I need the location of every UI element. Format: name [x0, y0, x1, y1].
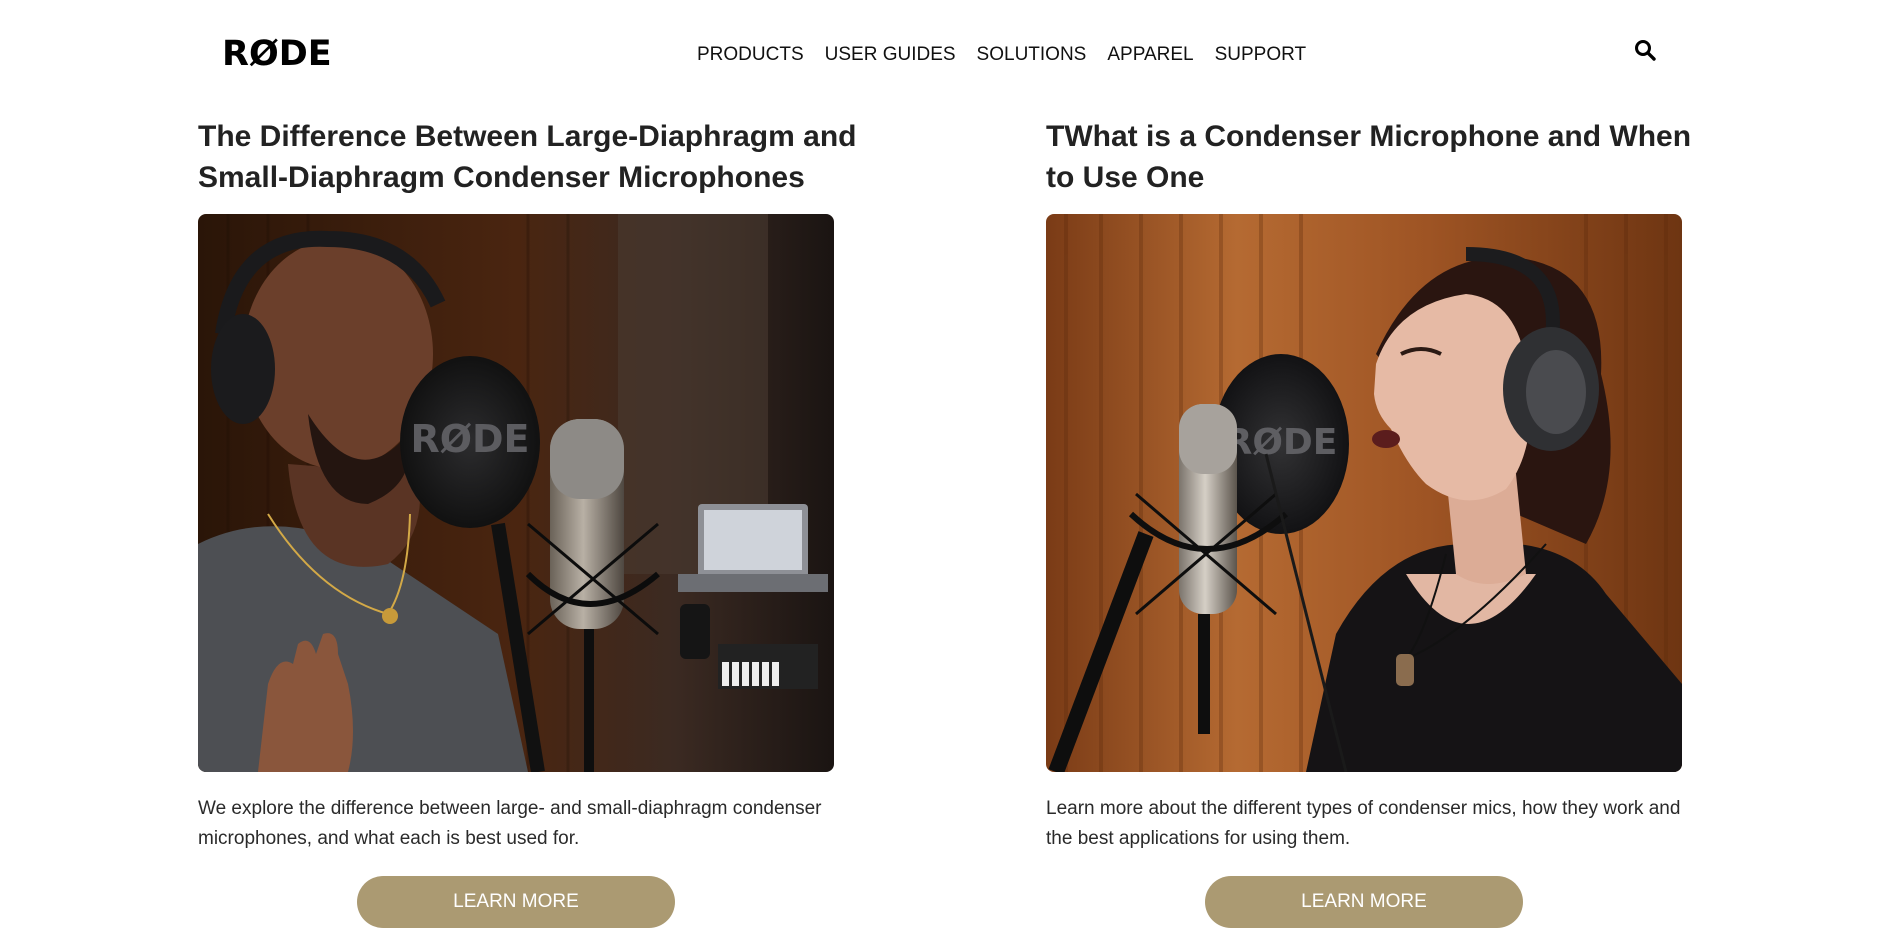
- article-image[interactable]: RØDE: [198, 214, 834, 772]
- learn-more-button[interactable]: LEARN MORE: [357, 876, 675, 928]
- main-nav: PRODUCTS USER GUIDES SOLUTIONS APPAREL S…: [697, 44, 1327, 66]
- nav-support[interactable]: SUPPORT: [1215, 44, 1307, 66]
- pop-filter-logo: RØDE: [410, 417, 529, 461]
- article-description: We explore the difference between large-…: [198, 798, 822, 849]
- nav-user-guides[interactable]: USER GUIDES: [825, 44, 956, 66]
- pop-filter-logo: RØDE: [1225, 422, 1338, 463]
- rode-logo[interactable]: RØDE: [222, 34, 332, 74]
- article-title[interactable]: The Difference Between Large-Diaphragm a…: [198, 116, 858, 214]
- search-icon[interactable]: [1634, 39, 1656, 61]
- singer-woman-illustration: RØDE: [1046, 214, 1682, 772]
- learn-more-button[interactable]: LEARN MORE: [1205, 876, 1523, 928]
- article-title[interactable]: TWhat is a Condenser Microphone and When…: [1046, 116, 1706, 214]
- site-header: RØDE PRODUCTS USER GUIDES SOLUTIONS APPA…: [0, 0, 1885, 105]
- article-description: Learn more about the different types of …: [1046, 798, 1681, 849]
- nav-solutions[interactable]: SOLUTIONS: [977, 44, 1087, 66]
- nav-apparel[interactable]: APPAREL: [1107, 44, 1193, 66]
- article-card: The Difference Between Large-Diaphragm a…: [198, 116, 856, 928]
- article-card: TWhat is a Condenser Microphone and When…: [1046, 116, 1691, 928]
- nav-products[interactable]: PRODUCTS: [697, 44, 804, 66]
- article-image[interactable]: RØDE: [1046, 214, 1682, 772]
- page: RØDE PRODUCTS USER GUIDES SOLUTIONS APPA…: [0, 0, 1885, 936]
- singer-man-illustration: RØDE: [198, 214, 834, 772]
